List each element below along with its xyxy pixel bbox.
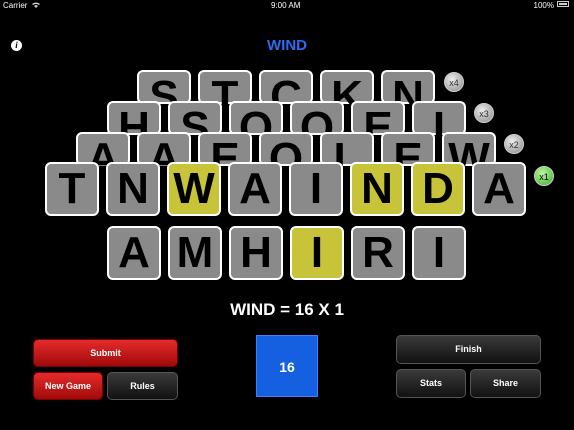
- battery-label: 100%: [533, 1, 554, 10]
- letter-tile[interactable]: H: [107, 101, 161, 152]
- wifi-icon: [32, 2, 40, 8]
- clock: 9:00 AM: [271, 1, 301, 10]
- letter-tile[interactable]: N: [350, 162, 404, 216]
- letter-tile[interactable]: E: [198, 132, 252, 183]
- letter-tile[interactable]: C: [259, 70, 313, 121]
- letter-tile[interactable]: N: [106, 162, 160, 216]
- row-multiplier-badge: x4: [444, 72, 464, 92]
- row-multiplier-badge: x3: [474, 103, 494, 123]
- letter-tile[interactable]: H: [229, 226, 283, 280]
- letter-tile[interactable]: M: [168, 226, 222, 280]
- letter-tile[interactable]: K: [320, 70, 374, 121]
- new-game-button[interactable]: New Game: [33, 372, 103, 400]
- letter-tile[interactable]: N: [381, 70, 435, 121]
- battery-icon: [557, 1, 569, 7]
- row-multiplier-badge: x2: [504, 134, 524, 154]
- rules-button[interactable]: Rules: [107, 372, 178, 400]
- finish-button[interactable]: Finish: [396, 335, 541, 364]
- letter-tile[interactable]: I: [412, 226, 466, 280]
- score-box: 16: [256, 335, 318, 397]
- word-score-result: WIND = 16 X 1: [230, 300, 344, 319]
- letter-tile[interactable]: W: [167, 162, 221, 216]
- letter-tile[interactable]: D: [411, 162, 465, 216]
- current-word-title: WIND: [267, 37, 307, 54]
- letter-tile[interactable]: R: [351, 226, 405, 280]
- submit-button[interactable]: Submit: [33, 339, 178, 367]
- letter-tile[interactable]: O: [259, 132, 313, 183]
- letter-tile[interactable]: I: [289, 162, 343, 216]
- letter-tile[interactable]: W: [442, 132, 496, 183]
- letter-tile[interactable]: T: [198, 70, 252, 121]
- letter-tile[interactable]: A: [137, 132, 191, 183]
- letter-tile[interactable]: A: [107, 226, 161, 280]
- letter-tile[interactable]: S: [137, 70, 191, 121]
- letter-tile[interactable]: E: [351, 101, 405, 152]
- letter-tile[interactable]: O: [290, 101, 344, 152]
- letter-tile[interactable]: I: [290, 226, 344, 280]
- letter-tile[interactable]: L: [320, 132, 374, 183]
- share-button[interactable]: Share: [470, 369, 541, 398]
- letter-tile[interactable]: A: [472, 162, 526, 216]
- status-bar: Carrier 9:00 AM 100%: [0, 0, 574, 12]
- stats-button[interactable]: Stats: [396, 369, 466, 398]
- carrier-label: Carrier: [3, 1, 28, 10]
- letter-tile[interactable]: T: [45, 162, 99, 216]
- letter-tile[interactable]: S: [168, 101, 222, 152]
- letter-tile[interactable]: A: [76, 132, 130, 183]
- letter-tile[interactable]: O: [229, 101, 283, 152]
- row-multiplier-badge: x1: [534, 166, 554, 186]
- letter-tile[interactable]: A: [228, 162, 282, 216]
- letter-tile[interactable]: E: [381, 132, 435, 183]
- letter-tile[interactable]: I: [412, 101, 466, 152]
